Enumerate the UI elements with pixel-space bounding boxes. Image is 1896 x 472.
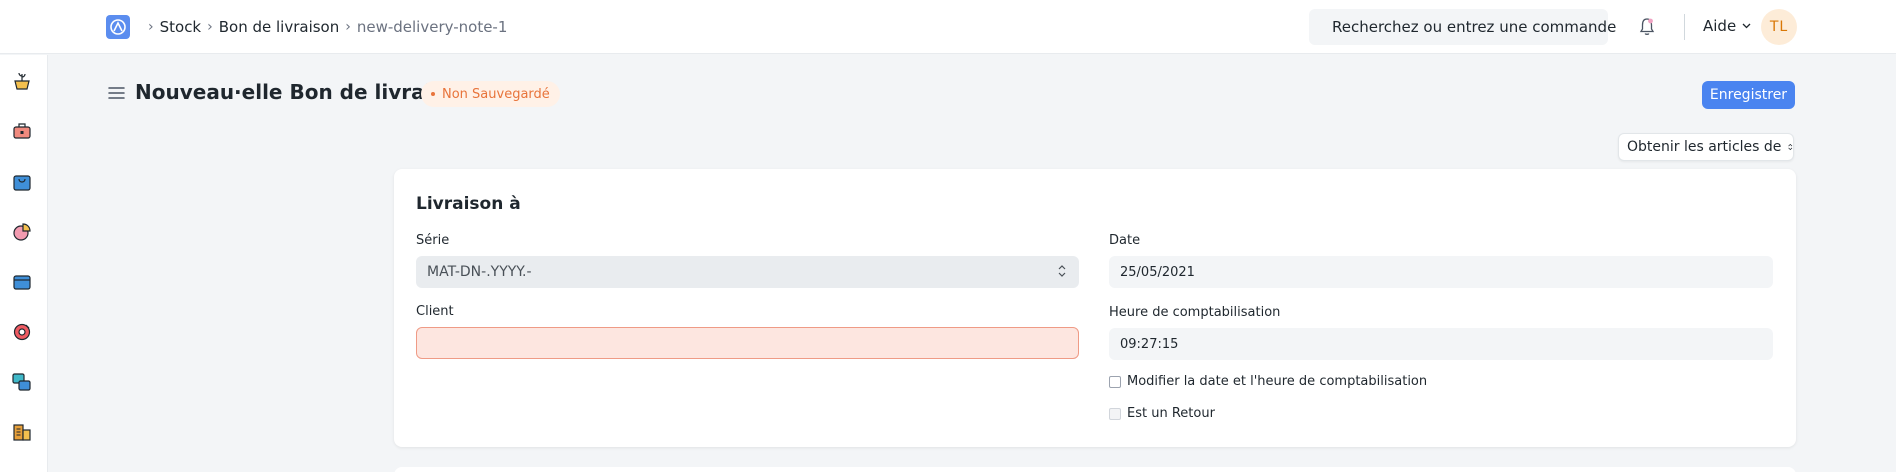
edit-posting-checkbox-row[interactable]: Modifier la date et l'heure de comptabil…: [1109, 374, 1427, 389]
breadcrumb-stock[interactable]: Stock: [160, 18, 202, 36]
plant-pot-icon[interactable]: [11, 70, 33, 92]
chevron-down-icon: [1742, 23, 1751, 29]
edit-posting-label: Modifier la date et l'heure de comptabil…: [1127, 374, 1428, 389]
shopping-bag-icon[interactable]: [11, 171, 33, 193]
section-title: Livraison à: [416, 194, 521, 214]
sidebar: [0, 55, 48, 472]
breadcrumb: › Stock › Bon de livraison › new-deliver…: [142, 16, 507, 38]
chevron-updown-icon: [1058, 265, 1066, 277]
buildings-icon[interactable]: [11, 421, 33, 443]
save-button[interactable]: Enregistrer: [1702, 81, 1795, 109]
navbar: › Stock › Bon de livraison › new-deliver…: [0, 0, 1896, 54]
toolbox-icon[interactable]: [11, 120, 33, 142]
stack-icon[interactable]: [11, 371, 33, 393]
is-return-checkbox-row[interactable]: Est un Retour: [1109, 406, 1215, 421]
delivery-form-card: Livraison à Série MAT-DN-.YYYY.- Client …: [394, 169, 1796, 447]
support-icon[interactable]: [11, 321, 33, 343]
date-label: Date: [1109, 233, 1141, 248]
chevron-right-icon: ›: [207, 19, 213, 35]
client-label: Client: [416, 304, 454, 319]
status-badge: Non Sauvegardé: [421, 81, 560, 107]
is-return-checkbox[interactable]: [1109, 407, 1121, 420]
search-input[interactable]: Recherchez ou entrez une commande: [1309, 9, 1616, 45]
get-items-label: Obtenir les articles de: [1627, 139, 1782, 155]
next-section-card: [394, 467, 1796, 472]
series-select[interactable]: MAT-DN-.YYYY.-: [416, 256, 1079, 288]
status-dot-icon: [431, 92, 435, 96]
series-value: MAT-DN-.YYYY.-: [427, 264, 532, 280]
notification-bell-icon[interactable]: [1638, 17, 1656, 37]
posting-time-input[interactable]: 09:27:15: [1109, 328, 1773, 360]
search-placeholder: Recherchez ou entrez une commande: [1332, 18, 1617, 36]
avatar[interactable]: TL: [1761, 9, 1797, 45]
app-logo-icon[interactable]: [106, 15, 130, 39]
breadcrumb-delivery-note[interactable]: Bon de livraison: [219, 18, 340, 36]
series-label: Série: [416, 233, 450, 248]
chevron-updown-icon: [1788, 143, 1793, 151]
help-dropdown[interactable]: Aide: [1703, 17, 1751, 35]
is-return-label: Est un Retour: [1127, 406, 1215, 421]
status-badge-label: Non Sauvegardé: [442, 86, 550, 102]
posting-time-label: Heure de comptabilisation: [1109, 305, 1281, 320]
edit-posting-checkbox[interactable]: [1109, 375, 1121, 388]
chevron-right-icon: ›: [148, 19, 154, 35]
navbar-divider: [1684, 14, 1685, 40]
get-items-from-select[interactable]: Obtenir les articles de: [1618, 133, 1794, 161]
hamburger-menu-icon[interactable]: [108, 86, 125, 100]
chevron-right-icon: ›: [345, 19, 351, 35]
breadcrumb-current: new-delivery-note-1: [356, 18, 508, 36]
pie-chart-icon[interactable]: [11, 221, 33, 243]
client-input[interactable]: [416, 327, 1079, 359]
help-label: Aide: [1703, 17, 1737, 35]
wallet-icon[interactable]: [11, 271, 33, 293]
date-input[interactable]: 25/05/2021: [1109, 256, 1773, 288]
